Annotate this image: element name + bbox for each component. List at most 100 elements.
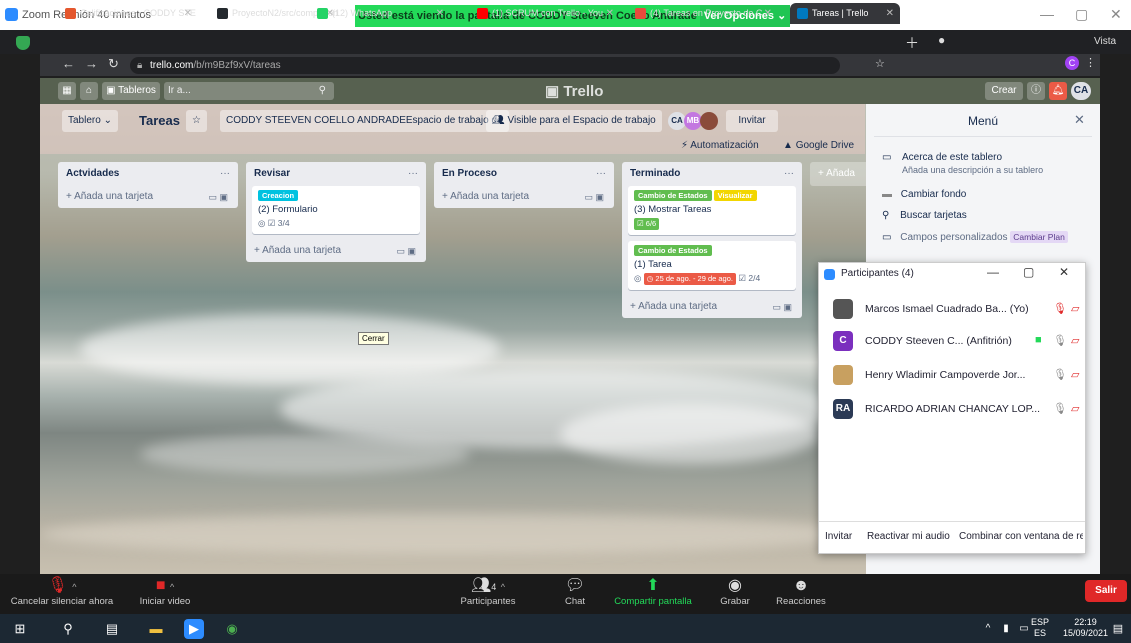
google-drive-button[interactable]: ▲ Google Drive: [777, 135, 860, 157]
card[interactable]: Creacion (2) Formulario ◎ ☑ 3/4: [252, 186, 420, 234]
unmute-button[interactable]: 🎙︎ ^ Cancelar silenciar ahora: [4, 574, 120, 614]
invite-button[interactable]: Invitar: [726, 110, 778, 132]
add-list-button[interactable]: + Añada: [810, 162, 866, 186]
member-avatar[interactable]: CA: [1071, 82, 1091, 100]
card-label[interactable]: Visualizar: [713, 190, 757, 201]
workspace-button[interactable]: CODDY STEEVEN COELLO ANDRADEEspacio de t…: [220, 110, 509, 132]
mic-icon[interactable]: 🎙︎: [1053, 334, 1067, 347]
video-off-icon[interactable]: ▱: [1071, 402, 1079, 415]
tab-close-icon[interactable]: ✕: [764, 3, 772, 24]
close-icon[interactable]: ✕: [1059, 265, 1069, 279]
tab-close-icon[interactable]: ✕: [886, 3, 894, 24]
minimize-icon[interactable]: —: [1040, 6, 1054, 22]
board-view-button[interactable]: Tablero ⌄: [62, 110, 118, 132]
member-avatar-photo[interactable]: [700, 112, 718, 130]
task-view-icon[interactable]: ▤: [102, 619, 122, 639]
template-icon[interactable]: ▭ ▣: [772, 296, 792, 318]
participant-row[interactable]: RA RICARDO ADRIAN CHANCAY LOP... 🎙︎ ▱: [833, 399, 1083, 423]
list-title[interactable]: Terminado ···: [622, 162, 802, 186]
merge-window-button[interactable]: Combinar con ventana de re: [959, 531, 1083, 542]
card-label[interactable]: Creacion: [258, 190, 299, 201]
boards-button[interactable]: ▣ Tableros: [102, 82, 160, 100]
list-title[interactable]: Actvidades ···: [58, 162, 238, 186]
forward-icon[interactable]: →: [85, 56, 98, 71]
browser-menu-icon[interactable]: ⋮: [1085, 56, 1096, 69]
maximize-icon[interactable]: ▢: [1023, 265, 1034, 279]
list-title[interactable]: En Proceso ···: [434, 162, 614, 186]
card-label[interactable]: Cambio de Estados: [634, 190, 712, 201]
due-date-badge[interactable]: ◷ 25 de ago. - 29 de ago.: [643, 273, 736, 285]
automation-button[interactable]: ⚡︎ Automatización: [675, 135, 765, 157]
tray-icon[interactable]: ▮: [996, 619, 1016, 639]
chrome-icon[interactable]: ◉: [222, 619, 242, 639]
record-button[interactable]: ◉ Grabar: [710, 574, 760, 614]
language-indicator[interactable]: ESP ES: [1031, 617, 1049, 639]
notifications-icon[interactable]: 🔔︎: [1049, 82, 1067, 100]
add-card-button[interactable]: + Añada una tarjeta ▭ ▣: [434, 186, 614, 208]
search-icon[interactable]: ⚲: [58, 619, 78, 639]
card-label[interactable]: Cambio de Estados: [634, 245, 712, 256]
participants-button[interactable]: 👥︎4 ^ Participantes: [448, 574, 528, 614]
back-icon[interactable]: ←: [62, 56, 75, 71]
list-menu-icon[interactable]: ···: [408, 162, 418, 186]
file-explorer-icon[interactable]: ▬: [146, 619, 166, 639]
browser-tab[interactable]: Calificaciones - CODDY STE ✕: [58, 3, 198, 24]
star-icon[interactable]: ☆: [186, 110, 207, 132]
search-input[interactable]: Ir a... ⚲: [164, 82, 334, 100]
menu-custom-fields[interactable]: ▭ Campos personalizados Cambiar Plan: [882, 231, 1068, 243]
change-plan-badge[interactable]: Cambiar Plan: [1010, 231, 1068, 243]
menu-about[interactable]: ▭ Acerca de este tablero Añada una descrip…: [882, 152, 1043, 175]
new-tab-icon[interactable]: ＋: [905, 33, 919, 53]
browser-tab[interactable]: (12) WhatsApp ✕: [310, 3, 450, 24]
notification-center-icon[interactable]: ▤: [1108, 619, 1128, 639]
tab-close-icon[interactable]: ✕: [184, 3, 192, 24]
menu-close-icon[interactable]: ✕: [1074, 112, 1085, 128]
list-title[interactable]: Revisar ···: [246, 162, 426, 186]
video-off-icon[interactable]: ▱: [1071, 368, 1079, 381]
add-card-button[interactable]: + Añada una tarjeta ▭ ▣: [622, 296, 802, 318]
share-screen-button[interactable]: ⬆ Compartir pantalla: [608, 574, 698, 614]
leave-button[interactable]: Salir: [1085, 580, 1127, 602]
video-off-icon[interactable]: ▱: [1071, 334, 1079, 347]
maximize-icon[interactable]: ▢: [1075, 6, 1088, 23]
mic-icon[interactable]: 🎙︎: [1053, 368, 1067, 381]
zoom-app-icon[interactable]: ▶: [184, 619, 204, 639]
card[interactable]: Cambio de Estados Visualizar (3) Mostrar …: [628, 186, 796, 235]
apps-icon[interactable]: ▦: [58, 82, 76, 100]
start-video-button[interactable]: ■ ^ Iniciar video: [130, 574, 200, 614]
unmute-me-button[interactable]: Reactivar mi audio: [867, 531, 950, 542]
mic-muted-icon[interactable]: 🎙︎: [1053, 302, 1067, 315]
chat-button[interactable]: 💬︎ Chat: [555, 574, 595, 614]
template-icon[interactable]: ▭ ▣: [396, 240, 416, 262]
tab-close-icon[interactable]: ✕: [436, 3, 444, 24]
windows-start-icon[interactable]: ⊞: [10, 619, 30, 639]
list-menu-icon[interactable]: ···: [220, 162, 230, 186]
close-icon[interactable]: ✕: [1110, 6, 1122, 23]
bookmark-star-icon[interactable]: ☆: [875, 57, 885, 70]
add-card-button[interactable]: + Añada una tarjeta ▭ ▣: [58, 186, 238, 208]
mic-icon[interactable]: 🎙︎: [1053, 402, 1067, 415]
menu-search-cards[interactable]: ⚲ Buscar tarjetas: [882, 210, 967, 221]
minimize-icon[interactable]: —: [987, 265, 999, 279]
add-card-button[interactable]: + Añada una tarjeta ▭ ▣: [246, 240, 426, 262]
participant-row[interactable]: Henry Wladimir Campoverde Jor... 🎙︎ ▱: [833, 365, 1083, 389]
video-off-icon[interactable]: ▱: [1071, 302, 1079, 315]
template-icon[interactable]: ▭ ▣: [208, 186, 228, 208]
visibility-button[interactable]: 👥︎ Visible para el Espacio de trabajo: [486, 110, 662, 132]
list-menu-icon[interactable]: ···: [596, 162, 606, 186]
list-menu-icon[interactable]: ···: [784, 162, 794, 186]
browser-tab[interactable]: Tareas | Trello ✕: [790, 3, 900, 24]
participant-row[interactable]: Marcos Ismael Cuadrado Ba... (Yo) 🎙︎ ▱: [833, 299, 1083, 323]
browser-tab[interactable]: (4) Tareas en Proyecto de C ✕: [628, 3, 778, 24]
browser-tab[interactable]: (1) SCRUM con Trello - You ✕: [470, 3, 620, 24]
create-button[interactable]: Crear: [985, 82, 1023, 100]
template-icon[interactable]: ▭ ▣: [584, 186, 604, 208]
card[interactable]: Cambio de Estados (1) Tarea ◎ ◷ 25 de ag…: [628, 241, 796, 290]
trello-logo[interactable]: ▣ Trello: [545, 82, 603, 100]
tab-close-icon[interactable]: ✕: [606, 3, 614, 24]
board-title[interactable]: Tareas: [139, 113, 180, 128]
url-field[interactable]: 🔒︎ trello.com/b/m9Bzf9xV/tareas: [130, 57, 840, 74]
vista-label[interactable]: Vista: [1094, 36, 1116, 47]
taskbar-clock[interactable]: 22:19 15/09/2021: [1063, 617, 1108, 639]
tray-chevron-icon[interactable]: ^: [978, 619, 998, 639]
